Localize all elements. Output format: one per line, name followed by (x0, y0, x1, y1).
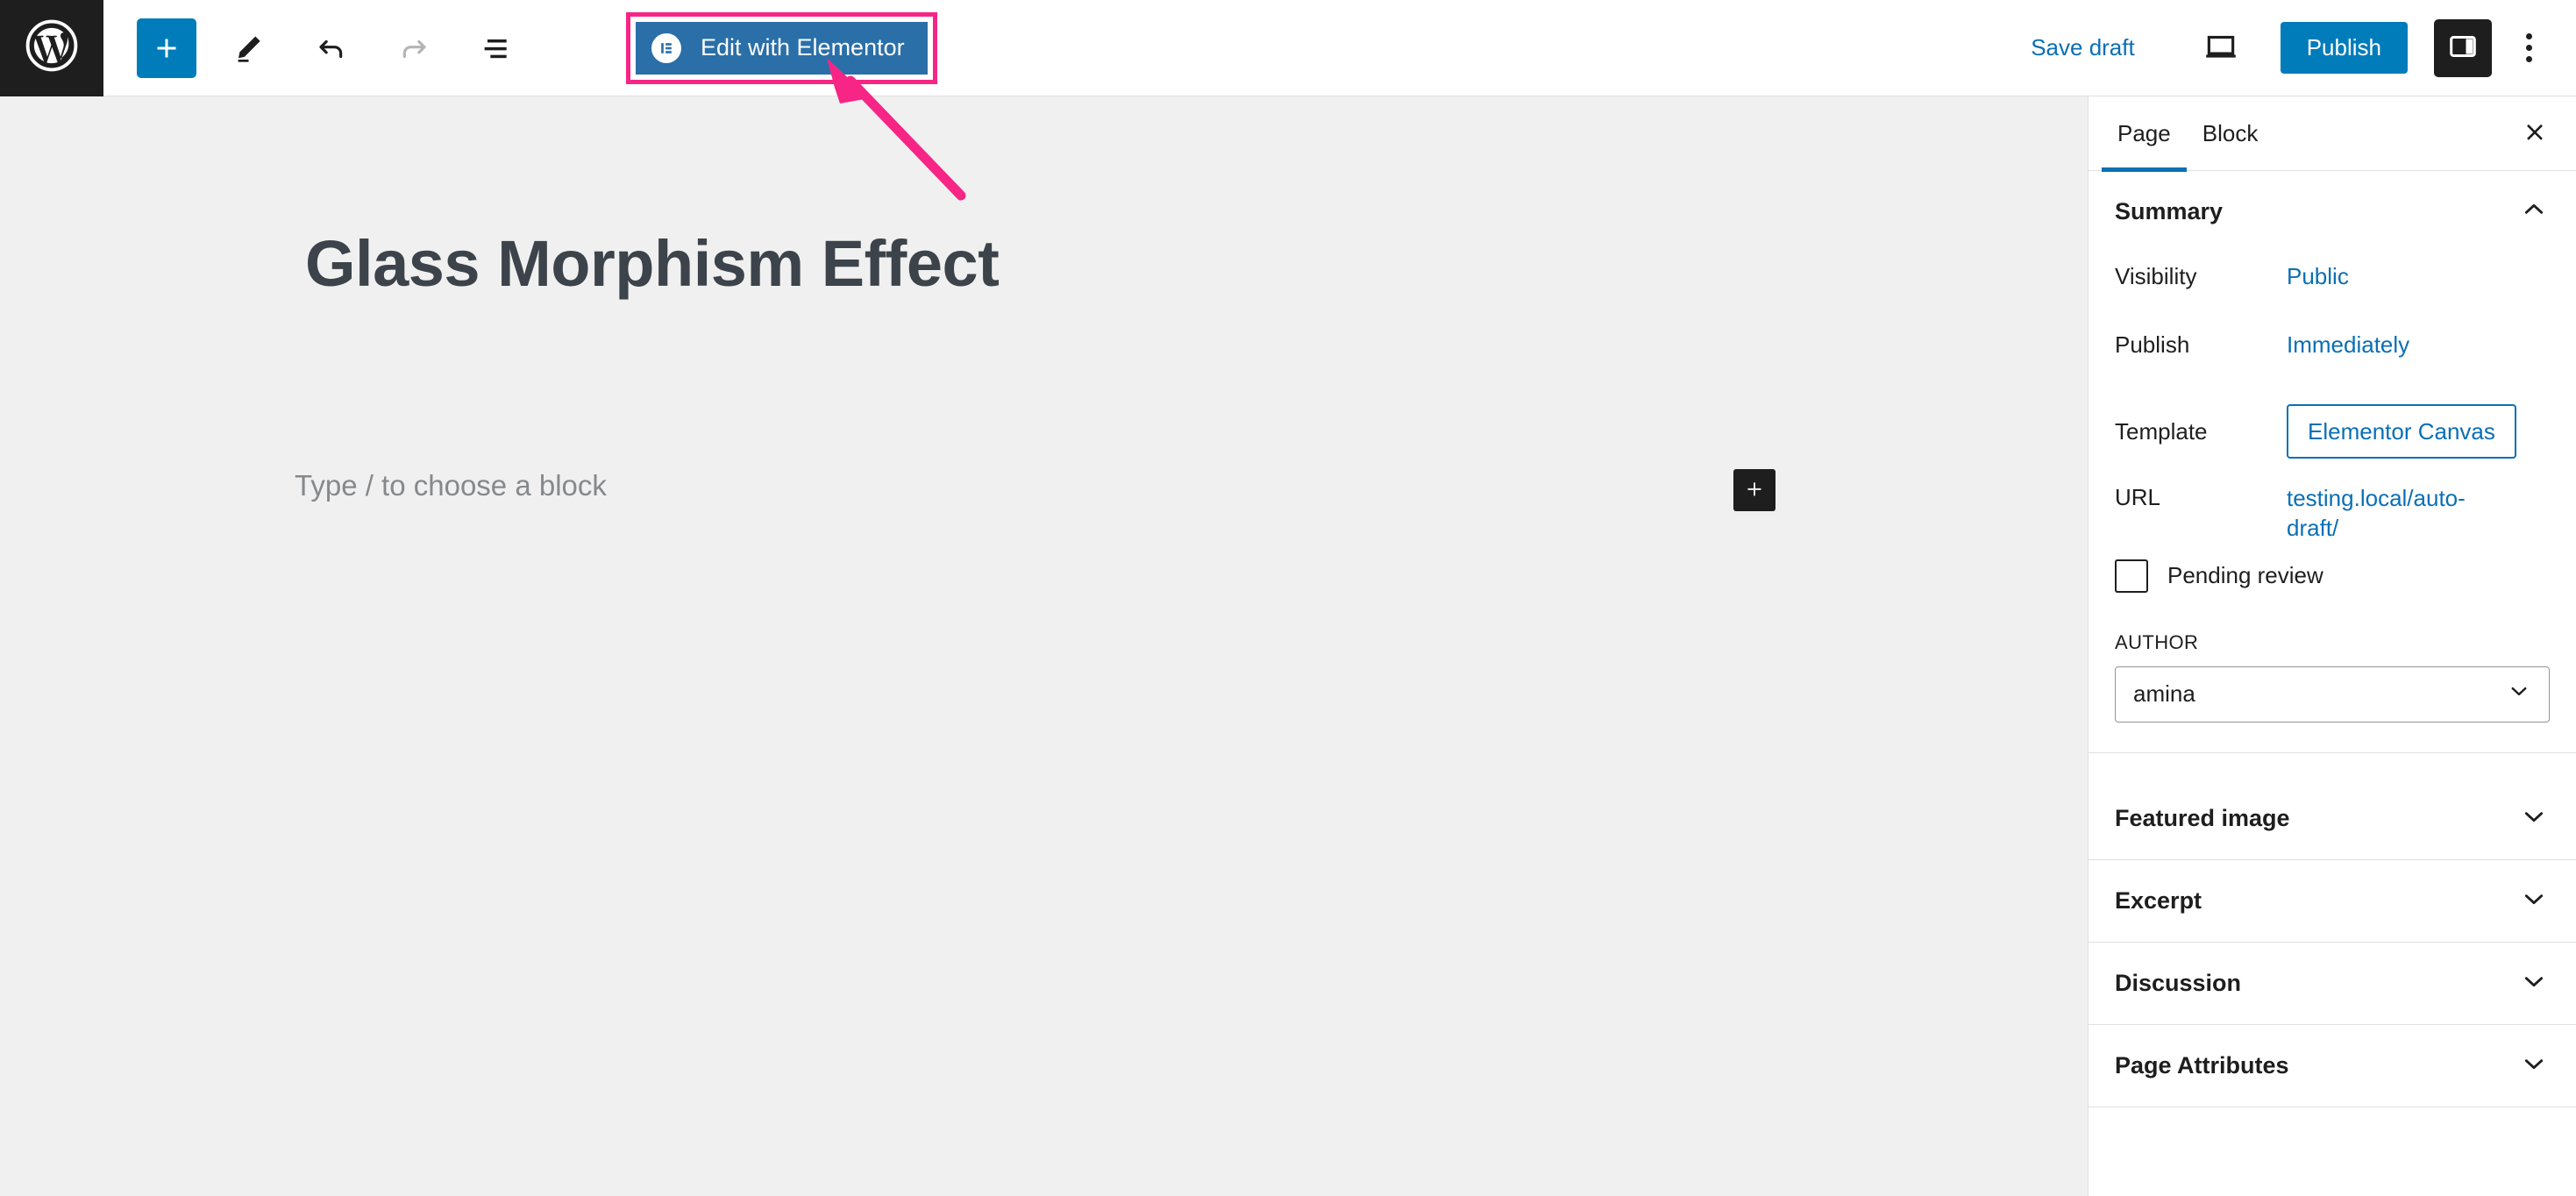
edit-with-elementor-label: Edit with Elementor (701, 34, 905, 61)
publish-button[interactable]: Publish (2280, 22, 2408, 74)
three-dots-vertical-icon (2525, 33, 2532, 62)
summary-row-visibility: Visibility Public (2115, 253, 2550, 321)
pencil-icon (232, 32, 266, 65)
chevron-up-icon (2520, 196, 2548, 228)
author-section-label: AUTHOR (2115, 630, 2199, 653)
template-value[interactable]: Elementor Canvas (2287, 403, 2516, 459)
plus-icon (1743, 478, 1766, 503)
panel-summary-title: Summary (2115, 198, 2224, 224)
panel-page-attributes: Page Attributes (2089, 1025, 2576, 1107)
sidebar-gap (2089, 752, 2576, 778)
close-x-icon (2521, 118, 2549, 149)
chevron-down-icon (2507, 679, 2531, 709)
more-options-button[interactable] (2502, 19, 2555, 77)
elementor-logo-icon (651, 32, 681, 63)
chevron-down-icon (2520, 967, 2548, 1000)
sidebar-toggle-icon (2446, 30, 2480, 66)
wordpress-logo-icon (25, 18, 79, 77)
template-label: Template (2115, 417, 2208, 445)
panel-discussion: Discussion (2089, 943, 2576, 1025)
summary-row-publish: Publish Immediately (2115, 321, 2550, 389)
panel-featured-image-title: Featured image (2115, 804, 2290, 831)
panel-page-attributes-title: Page Attributes (2115, 1051, 2289, 1079)
publish-value[interactable]: Immediately (2287, 321, 2409, 359)
editor-root: Edit with Elementor Save draft Publish G… (0, 0, 2576, 1196)
visibility-label: Visibility (2115, 263, 2197, 289)
panel-excerpt: Excerpt (2089, 860, 2576, 943)
panel-discussion-header[interactable]: Discussion (2089, 943, 2576, 1024)
url-label: URL (2115, 484, 2161, 510)
panel-excerpt-header[interactable]: Excerpt (2089, 860, 2576, 942)
settings-sidebar-toggle-button[interactable] (2434, 18, 2492, 77)
panel-page-attributes-header[interactable]: Page Attributes (2089, 1025, 2576, 1107)
save-draft-button[interactable]: Save draft (2011, 22, 2154, 74)
chevron-down-icon (2520, 1050, 2548, 1082)
visibility-value[interactable]: Public (2287, 253, 2349, 290)
add-block-button[interactable] (137, 18, 196, 78)
post-title[interactable]: Glass Morphism Effect (305, 228, 1000, 300)
document-overview-button[interactable] (466, 18, 526, 78)
toolbar-left-group: Edit with Elementor (103, 11, 937, 84)
redo-arrow-icon (396, 31, 431, 66)
tools-mode-button[interactable] (219, 18, 279, 78)
elementor-highlight-box: Edit with Elementor (626, 11, 937, 84)
undo-arrow-icon (314, 31, 349, 66)
block-inserter-button[interactable] (1733, 469, 1775, 511)
close-sidebar-button[interactable] (2509, 108, 2560, 159)
document-overview-icon (479, 31, 514, 66)
tab-block[interactable]: Block (2187, 96, 2274, 171)
publish-label: Publish (2115, 331, 2190, 358)
panel-featured-image-header[interactable]: Featured image (2089, 778, 2576, 859)
editor-canvas: Glass Morphism Effect Type / to choose a… (0, 96, 2086, 1196)
pending-review-row: Pending review (2115, 544, 2550, 598)
author-selected-value: amina (2133, 680, 2195, 708)
toolbar-right-group: Save draft Publish (2011, 18, 2576, 78)
panel-summary: Summary Visibility Public Publish Immedi… (2089, 171, 2576, 753)
author-select[interactable]: amina (2115, 666, 2550, 723)
summary-row-url: URL testing.local/auto-draft/ (2115, 473, 2550, 544)
desktop-preview-icon (2202, 28, 2239, 68)
sidebar-tabs: Page Block (2089, 96, 2576, 172)
plus-icon (151, 32, 182, 64)
edit-with-elementor-button[interactable]: Edit with Elementor (636, 21, 928, 75)
panel-featured-image: Featured image (2089, 778, 2576, 860)
editor-toolbar: Edit with Elementor Save draft Publish (0, 0, 2576, 96)
preview-button[interactable] (2188, 18, 2254, 78)
panel-summary-header[interactable]: Summary (2089, 171, 2576, 253)
pending-review-checkbox[interactable] (2115, 559, 2148, 593)
chevron-down-icon (2520, 885, 2548, 917)
summary-row-template: Template Elementor Canvas (2115, 389, 2550, 473)
panel-excerpt-title: Excerpt (2115, 886, 2202, 914)
block-placeholder-text[interactable]: Type / to choose a block (295, 469, 607, 502)
undo-button[interactable] (302, 18, 361, 78)
panel-discussion-title: Discussion (2115, 969, 2242, 996)
wordpress-logo-button[interactable] (0, 0, 103, 96)
chevron-down-icon (2520, 802, 2548, 835)
redo-button[interactable] (384, 18, 444, 78)
pending-review-label: Pending review (2167, 562, 2323, 589)
tab-page[interactable]: Page (2102, 96, 2187, 172)
url-value[interactable]: testing.local/auto-draft/ (2287, 473, 2515, 544)
settings-sidebar: Page Block Summary Visibility Public Pub… (2088, 96, 2576, 1196)
summary-body: Visibility Public Publish Immediately Te… (2089, 253, 2576, 752)
